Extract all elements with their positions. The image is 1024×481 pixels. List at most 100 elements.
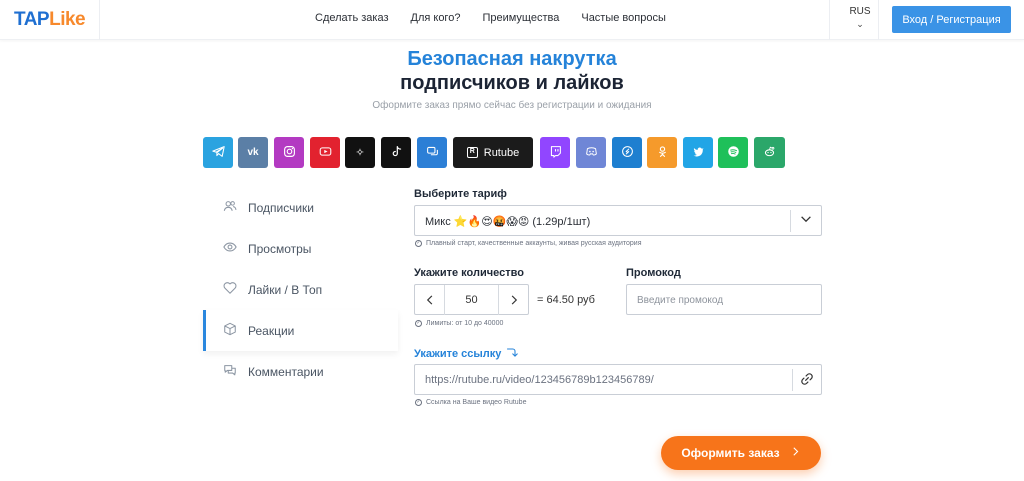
logo-part-like: Like [49,9,86,30]
platform-spotify[interactable] [718,137,748,168]
platform-odnoklassniki[interactable] [647,137,677,168]
divider [99,0,100,40]
tariff-hint-text: Плавный старт, качественные аккаунты, жи… [426,240,642,247]
submit-order-label: Оформить заказ [681,446,780,460]
link-input[interactable]: https://rutube.ru/video/123456789b123456… [414,364,822,395]
eye-icon [222,240,238,257]
divider [790,210,791,232]
sidebar-item-label: Просмотры [248,241,312,256]
link-label-text: Укажите ссылку [414,347,502,360]
reddit-icon [763,145,776,161]
divider [878,0,879,40]
language-selector[interactable]: RUS ⌄ [844,6,876,30]
sidebar-item-label: Комментарии [248,364,324,379]
platform-youtube[interactable] [310,137,340,168]
tiktok-icon [390,145,403,161]
check-circle-icon: ✓ [415,240,422,247]
promo-placeholder: Введите промокод [637,295,724,306]
quantity-decrease-button[interactable] [415,285,445,315]
heart-icon [222,281,238,298]
arrow-turn-down-icon [506,346,519,361]
quantity-value[interactable]: 50 [445,294,498,306]
box-icon [222,322,238,339]
telegram-icon [211,145,225,161]
quantity-label: Укажите количество [414,267,524,279]
platform-vk[interactable]: vk [238,137,268,168]
platform-tiktok[interactable] [381,137,411,168]
platform-twitch[interactable] [540,137,570,168]
platform-twitter[interactable] [683,137,713,168]
rutube-icon: R [466,147,478,158]
twitter-icon [692,145,705,161]
quantity-hint-text: Лимиты: от 10 до 40000 [426,320,504,327]
sidebar-item-views[interactable]: Просмотры [203,228,398,269]
top-header: TAPLike Сделать заказ Для кого? Преимуще… [0,0,1024,40]
quantity-stepper: 50 [414,284,529,315]
check-circle-icon: ✓ [415,320,422,327]
divider [792,369,793,391]
nav-faq[interactable]: Частые вопросы [581,12,666,24]
comments-icon [222,363,238,380]
sidebar-item-reactions[interactable]: Реакции [203,310,398,351]
language-label: RUS [849,6,871,17]
tariff-selected-value: Микс ⭐🔥😍🤬😱😡 (1.29р/1шт) [425,216,591,228]
platform-reddit[interactable] [754,137,785,168]
promo-input[interactable]: Введите промокод [626,284,822,315]
chevron-right-icon [790,446,801,460]
hero-subtitle: Оформите заказ прямо сейчас без регистра… [372,100,652,111]
platform-threads[interactable]: ✧ [345,137,375,168]
check-circle-icon: ✓ [415,399,422,406]
quantity-hint: ✓ Лимиты: от 10 до 40000 [415,320,503,327]
nav-advantages[interactable]: Преимущества [482,12,559,24]
nav-make-order[interactable]: Сделать заказ [315,12,389,24]
platform-instagram[interactable] [274,137,304,168]
discord-icon [585,145,598,161]
instagram-icon [283,145,296,161]
tariff-hint: ✓ Плавный старт, качественные аккаунты, … [415,240,642,247]
hero-title-line1: Безопасная накрутка [407,48,617,70]
login-register-button[interactable]: Вход / Регистрация [892,6,1011,33]
platform-rutube[interactable]: R Rutube [453,137,533,168]
submit-order-button[interactable]: Оформить заказ [661,436,821,470]
main-nav: Сделать заказ Для кого? Преимущества Час… [315,12,666,24]
quantity-increase-button[interactable] [498,285,528,315]
link-hint: ✓ Ссылка на Ваше видео Rutube [415,399,526,406]
platform-messages[interactable] [417,137,447,168]
sidebar-item-subscribers[interactable]: Подписчики [203,187,398,228]
vk-icon: vk [247,147,259,158]
logo-part-tap: TAP [14,9,50,30]
link-label: Укажите ссылку [414,346,519,361]
spotify-icon [727,145,740,161]
sidebar-item-likes[interactable]: Лайки / В Топ [203,269,398,310]
platform-rutube-label: Rutube [483,146,520,159]
hero-title-line2: подписчиков и лайков [400,72,624,94]
divider [829,0,830,40]
platform-shazam[interactable] [612,137,642,168]
link-icon[interactable] [800,372,814,386]
sidebar-item-label: Подписчики [248,200,315,215]
messages-icon [426,145,439,161]
chevron-down-icon [799,212,813,226]
link-input-value: https://rutube.ru/video/123456789b123456… [425,374,654,386]
platform-discord[interactable] [576,137,606,168]
platform-telegram[interactable] [203,137,233,168]
chevron-left-icon [426,295,432,305]
sidebar-item-label: Реакции [248,323,295,338]
threads-icon: ✧ [355,147,365,159]
logo[interactable]: TAPLike [14,9,86,31]
link-hint-text: Ссылка на Ваше видео Rutube [426,399,527,406]
chevron-down-icon: ⌄ [856,19,864,29]
sidebar-item-comments[interactable]: Комментарии [203,351,398,392]
odnoklassniki-icon [656,145,669,161]
chevron-right-icon [511,295,517,305]
sidebar-item-label: Лайки / В Топ [248,282,323,297]
tariff-select[interactable]: Микс ⭐🔥😍🤬😱😡 (1.29р/1шт) [414,205,822,236]
twitch-icon [549,145,562,161]
shazam-icon [621,145,634,161]
tariff-label: Выберите тариф [414,188,507,200]
users-icon [222,199,238,216]
nav-for-whom[interactable]: Для кого? [411,12,461,24]
quantity-total: = 64.50 руб [537,294,595,306]
promo-label: Промокод [626,267,681,279]
youtube-icon [319,145,332,161]
